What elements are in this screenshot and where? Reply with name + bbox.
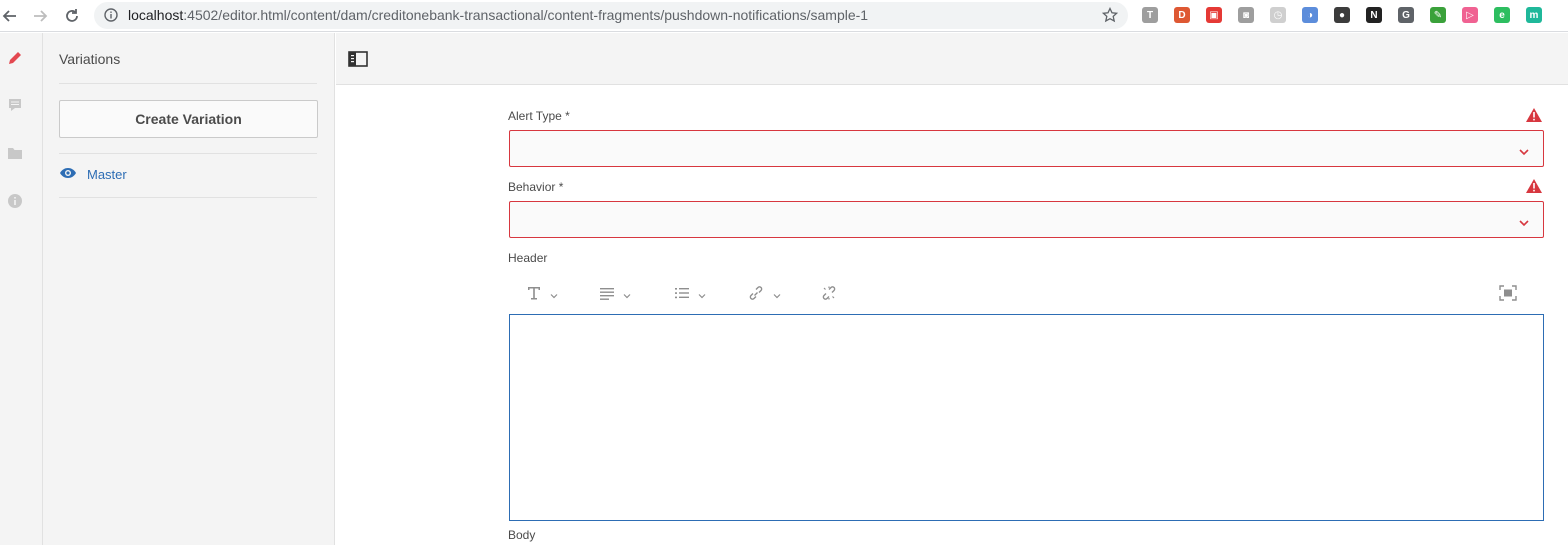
chevron-down-icon (773, 287, 781, 302)
behavior-select[interactable] (509, 201, 1544, 238)
url-path: :4502/editor.html/content/dam/creditoneb… (183, 7, 869, 23)
link-icon (747, 285, 765, 304)
back-icon[interactable] (0, 6, 20, 26)
alert-type-error-icon (1525, 107, 1543, 126)
folder-icon[interactable] (6, 144, 24, 162)
align-button[interactable] (599, 285, 631, 304)
editor-topbar (336, 33, 1568, 85)
reload-icon[interactable] (62, 6, 82, 26)
variations-panel: Variations Create Variation Master (43, 33, 335, 545)
ext-teal-m-icon[interactable]: m (1526, 7, 1542, 23)
text-format-button[interactable] (526, 285, 558, 304)
unlink-icon (820, 285, 838, 304)
align-left-icon (599, 285, 615, 304)
behavior-error-icon (1525, 178, 1543, 197)
alert-type-label: Alert Type * (508, 109, 570, 123)
variation-item-master[interactable]: Master (59, 167, 127, 182)
panel-title: Variations (59, 51, 121, 67)
new-badge-icon[interactable]: N (1366, 7, 1382, 23)
alert-type-select[interactable] (509, 130, 1544, 167)
chevron-down-icon (1519, 215, 1529, 230)
list-button[interactable] (674, 285, 706, 304)
create-variation-button[interactable]: Create Variation (59, 100, 318, 138)
body-label: Body (508, 528, 536, 542)
divider (59, 153, 317, 154)
behavior-label: Behavior * (508, 180, 564, 194)
ext-blue-icon[interactable]: ◑ (1302, 7, 1318, 23)
link-button[interactable] (747, 285, 781, 304)
eye-icon (59, 167, 77, 182)
fullscreen-button[interactable] (1499, 285, 1517, 304)
ext-red-icon[interactable]: ▣ (1206, 7, 1222, 23)
variation-label: Master (87, 167, 127, 182)
bullet-list-icon (674, 285, 690, 304)
url-host: localhost (128, 7, 184, 23)
address-bar[interactable]: localhost:4502/editor.html/content/dam/c… (94, 2, 1128, 29)
ext-green-tool-icon[interactable]: ✎ (1430, 7, 1446, 23)
site-info-icon[interactable] (104, 8, 118, 25)
ext-pink-icon[interactable]: ▷ (1462, 7, 1478, 23)
header-richtext-editor[interactable] (509, 314, 1544, 521)
divider (59, 197, 317, 198)
fullscreen-icon (1499, 285, 1517, 304)
duckduckgo-icon[interactable]: D (1174, 7, 1190, 23)
url-text: localhost:4502/editor.html/content/dam/c… (128, 7, 868, 23)
ext-dark-circle-icon[interactable]: ● (1334, 7, 1350, 23)
clock-icon[interactable]: ◷ (1270, 7, 1286, 23)
chevron-down-icon (698, 287, 706, 302)
camera-icon[interactable]: ◙ (1238, 7, 1254, 23)
tool-t-icon[interactable]: T (1142, 7, 1158, 23)
browser-toolbar: localhost:4502/editor.html/content/dam/c… (0, 0, 1568, 32)
grammarly-g-icon[interactable]: G (1398, 7, 1414, 23)
text-format-icon (526, 285, 542, 304)
edit-pencil-icon[interactable] (6, 49, 24, 67)
unlink-button[interactable] (820, 285, 838, 304)
side-rail (0, 33, 43, 545)
toggle-side-panel-icon[interactable] (348, 51, 368, 70)
forward-icon[interactable] (30, 6, 50, 26)
annotations-icon[interactable] (6, 96, 24, 114)
chevron-down-icon (623, 287, 631, 302)
evernote-icon[interactable]: e (1494, 7, 1510, 23)
chevron-down-icon (550, 287, 558, 302)
bookmark-star-icon[interactable] (1101, 6, 1119, 26)
header-label: Header (508, 251, 548, 265)
rte-toolbar (509, 276, 1544, 312)
info-icon[interactable] (6, 192, 24, 210)
divider (59, 83, 317, 84)
chevron-down-icon (1519, 144, 1529, 159)
